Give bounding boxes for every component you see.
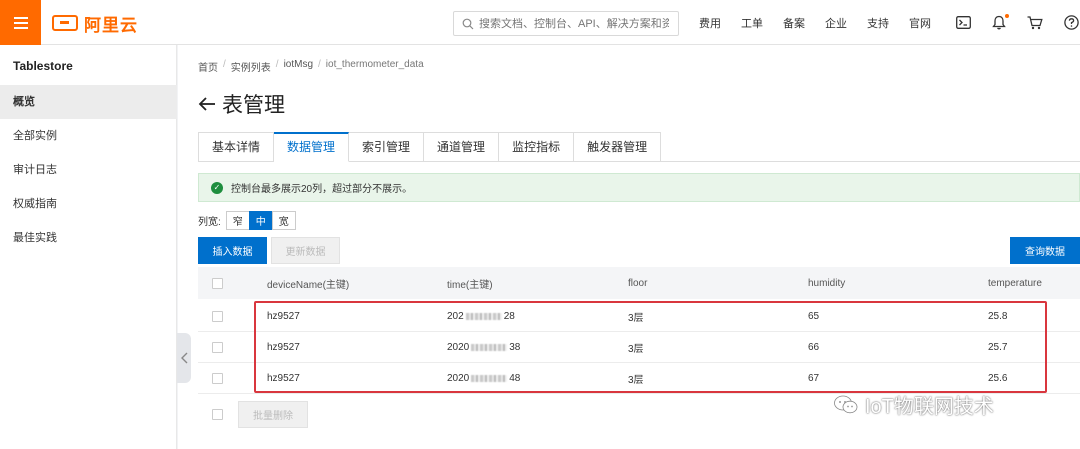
tab-monitoring[interactable]: 监控指标 bbox=[499, 132, 575, 162]
cell-time: 2020 38 bbox=[447, 341, 521, 353]
cell-devicename: hz9527 bbox=[267, 341, 300, 353]
page-title: 表管理 bbox=[222, 94, 285, 117]
batch-select-checkbox[interactable] bbox=[212, 409, 223, 420]
cell-humidity: 65 bbox=[808, 310, 820, 322]
info-notice: ✓ 控制台最多展示20列，超过部分不展示。 bbox=[198, 173, 1080, 202]
menu-icon bbox=[13, 21, 28, 24]
blurred-redaction bbox=[471, 374, 508, 382]
top-links: 费用 工单 备案 企业 支持 官网 bbox=[699, 0, 951, 45]
bell-icon[interactable] bbox=[991, 13, 1009, 31]
sidebar-item-overview[interactable]: 概览 bbox=[0, 85, 177, 119]
insert-data-button[interactable]: 插入数据 bbox=[198, 237, 267, 264]
row-checkbox[interactable] bbox=[212, 310, 223, 322]
cell-humidity: 67 bbox=[808, 372, 820, 384]
sidebar: Tablestore 概览 全部实例 审计日志 权威指南 最佳实践 bbox=[0, 45, 177, 449]
tab-basic-details[interactable]: 基本详情 bbox=[198, 132, 275, 162]
back-arrow-icon[interactable] bbox=[198, 97, 216, 111]
search-icon bbox=[462, 18, 474, 29]
tab-tunnel-management[interactable]: 通道管理 bbox=[424, 132, 500, 162]
table-header: deviceName(主键) time(主键) floor humidity t… bbox=[198, 267, 1080, 299]
breadcrumb-separator: / bbox=[275, 59, 279, 70]
nav-link-official-site[interactable]: 官网 bbox=[909, 15, 931, 31]
column-width-label: 列宽: bbox=[198, 217, 221, 228]
aliyun-logo[interactable]: 阿里云 bbox=[52, 11, 138, 35]
column-width-selector: 列宽: 窄 中 宽 bbox=[198, 211, 296, 230]
breadcrumb-instance-list[interactable]: 实例列表 bbox=[231, 59, 271, 74]
cart-icon[interactable] bbox=[1027, 15, 1043, 31]
brand-name: 阿里云 bbox=[84, 15, 138, 35]
watermark: IoT物联网技术 bbox=[833, 390, 994, 419]
page-header: 表管理 bbox=[198, 89, 285, 119]
breadcrumb-separator: / bbox=[223, 59, 226, 70]
blurred-redaction bbox=[471, 343, 508, 351]
tab-index-management[interactable]: 索引管理 bbox=[349, 132, 425, 162]
sidebar-collapse-handle[interactable] bbox=[177, 333, 191, 383]
sidebar-item-audit-log[interactable]: 审计日志 bbox=[0, 153, 177, 187]
breadcrumb-instance[interactable]: iotMsg bbox=[284, 59, 313, 74]
row-checkbox[interactable] bbox=[212, 341, 223, 353]
check-circle-icon: ✓ bbox=[211, 181, 223, 194]
global-search[interactable] bbox=[453, 11, 679, 36]
notification-dot bbox=[1005, 13, 1009, 18]
sidebar-menu: 概览 全部实例 审计日志 权威指南 最佳实践 bbox=[0, 85, 177, 255]
notice-text: 控制台最多展示20列，超过部分不展示。 bbox=[231, 184, 413, 195]
cell-time: 2020 48 bbox=[447, 372, 521, 384]
cell-time: 202 28 bbox=[447, 310, 515, 322]
column-width-medium[interactable]: 中 bbox=[248, 211, 273, 230]
aliyun-logo-icon bbox=[52, 15, 78, 31]
nav-link-icp[interactable]: 备案 bbox=[783, 15, 805, 31]
select-all-checkbox[interactable] bbox=[212, 277, 223, 289]
cell-floor: 3层 bbox=[628, 312, 644, 324]
menu-button[interactable] bbox=[0, 0, 41, 45]
main-content: 首页 / 实例列表 / iotMsg / iot_thermometer_data 表… bbox=[178, 45, 1080, 449]
sidebar-item-all-instances[interactable]: 全部实例 bbox=[0, 119, 177, 153]
tab-data-management[interactable]: 数据管理 bbox=[274, 132, 350, 162]
update-data-button[interactable]: 更新数据 bbox=[271, 237, 340, 264]
column-header-temperature: temperature bbox=[988, 277, 1042, 289]
top-icons bbox=[955, 0, 1080, 45]
row-checkbox[interactable] bbox=[212, 372, 223, 384]
top-navbar: 阿里云 费用 工单 备案 企业 支持 官网 bbox=[0, 0, 1080, 45]
breadcrumb-home[interactable]: 首页 bbox=[198, 59, 218, 74]
table-row[interactable]: hz9527 202 28 3层 65 25.8 bbox=[198, 301, 1080, 332]
query-data-button[interactable]: 查询数据 bbox=[1010, 237, 1080, 264]
watermark-text: IoT物联网技术 bbox=[865, 396, 994, 418]
sidebar-item-guide[interactable]: 权威指南 bbox=[0, 187, 177, 221]
column-header-humidity: humidity bbox=[808, 277, 846, 289]
column-header-devicename: deviceName(主键) bbox=[267, 279, 350, 291]
table-row[interactable]: hz9527 2020 38 3层 66 25.7 bbox=[198, 332, 1080, 363]
wechat-icon bbox=[834, 395, 858, 413]
batch-delete-button[interactable]: 批量删除 bbox=[238, 401, 308, 428]
breadcrumb: 首页 / 实例列表 / iotMsg / iot_thermometer_data bbox=[198, 59, 424, 74]
column-width-wide[interactable]: 宽 bbox=[271, 211, 296, 230]
column-header-time: time(主键) bbox=[447, 279, 493, 291]
search-input[interactable] bbox=[479, 17, 669, 30]
nav-link-tickets[interactable]: 工单 bbox=[741, 15, 763, 31]
nav-link-enterprise[interactable]: 企业 bbox=[825, 15, 847, 31]
cell-floor: 3层 bbox=[628, 343, 644, 355]
cell-devicename: hz9527 bbox=[267, 372, 300, 384]
batch-select bbox=[212, 401, 223, 428]
help-icon[interactable] bbox=[1063, 15, 1079, 31]
tab-bar: 基本详情 数据管理 索引管理 通道管理 监控指标 触发器管理 bbox=[198, 132, 662, 162]
terminal-icon[interactable] bbox=[955, 15, 971, 31]
column-header-floor: floor bbox=[628, 277, 648, 289]
cell-temperature: 25.6 bbox=[988, 372, 1008, 384]
cell-devicename: hz9527 bbox=[267, 310, 300, 322]
column-width-narrow[interactable]: 窄 bbox=[225, 211, 250, 230]
nav-link-billing[interactable]: 费用 bbox=[699, 15, 721, 31]
cell-floor: 3层 bbox=[628, 374, 644, 386]
chevron-left-icon bbox=[180, 352, 187, 364]
breadcrumb-table: iot_thermometer_data bbox=[325, 59, 424, 70]
breadcrumb-separator: / bbox=[318, 59, 321, 70]
sidebar-title: Tablestore bbox=[13, 59, 73, 73]
cell-temperature: 25.7 bbox=[988, 341, 1008, 353]
cell-temperature: 25.8 bbox=[988, 310, 1008, 322]
sidebar-item-best-practices[interactable]: 最佳实践 bbox=[0, 221, 177, 255]
nav-link-support[interactable]: 支持 bbox=[867, 15, 889, 31]
tab-trigger-management[interactable]: 触发器管理 bbox=[574, 132, 662, 162]
cell-humidity: 66 bbox=[808, 341, 820, 353]
blurred-redaction bbox=[465, 312, 502, 320]
